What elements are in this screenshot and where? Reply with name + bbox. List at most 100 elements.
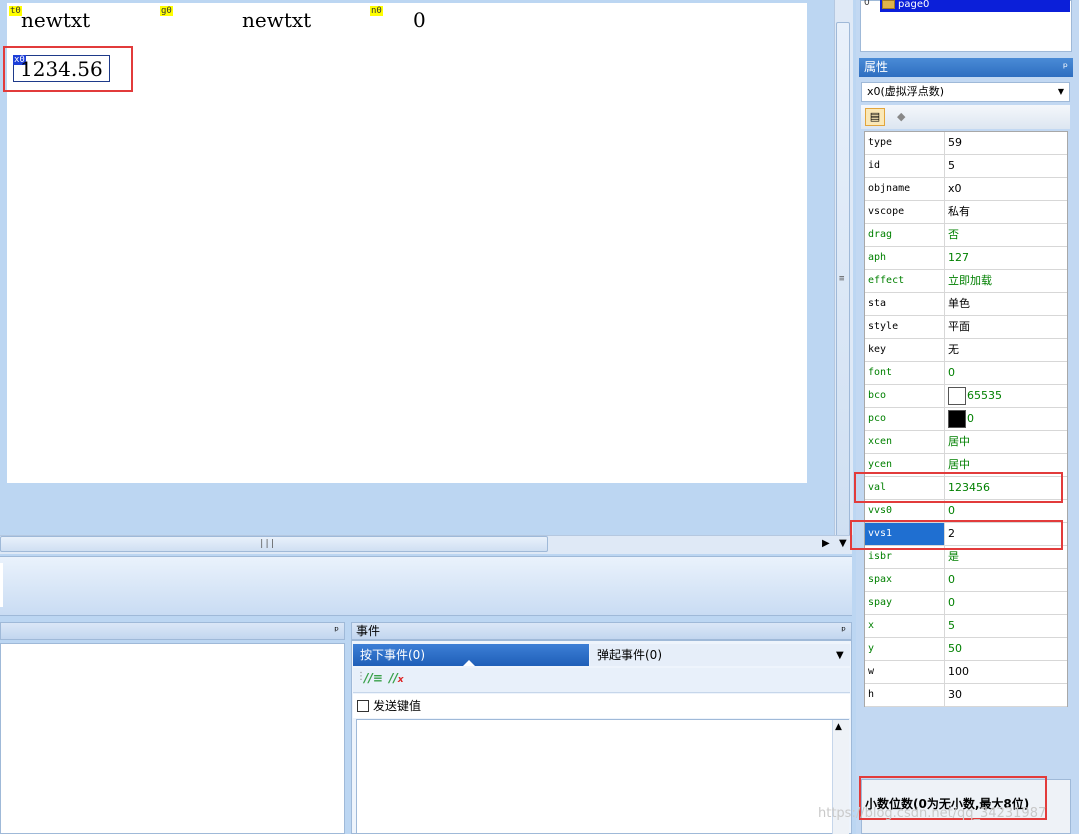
properties-panel-title: 属性: [864, 60, 889, 74]
scroll-down-arrow-icon[interactable]: ▼: [839, 538, 847, 549]
property-name: y: [865, 638, 945, 660]
number-component-n0[interactable]: 0: [413, 8, 426, 32]
property-value[interactable]: 5: [946, 615, 1067, 637]
property-value[interactable]: 100: [946, 661, 1067, 683]
chevron-down-icon[interactable]: ▼: [1058, 83, 1064, 101]
property-row-x[interactable]: x5: [865, 615, 1067, 638]
property-row-sta[interactable]: sta 单色: [865, 293, 1067, 316]
color-swatch[interactable]: [948, 410, 966, 428]
property-value[interactable]: 0: [946, 362, 1067, 384]
property-value[interactable]: 5: [946, 155, 1067, 177]
left-panel-header: ᵖ: [0, 622, 345, 640]
property-value[interactable]: 50: [946, 638, 1067, 660]
property-value[interactable]: 59: [946, 132, 1067, 154]
property-name: pco: [865, 408, 945, 430]
property-name: x: [865, 615, 945, 637]
property-name: xcen: [865, 431, 945, 453]
component-tag-n0: n0: [370, 6, 383, 16]
events-panel-header: 事件 ᵖ: [351, 622, 852, 640]
property-value[interactable]: 无: [946, 339, 1067, 361]
scroll-grip-icon: |||: [259, 539, 276, 549]
property-row-drag[interactable]: drag 否: [865, 224, 1067, 247]
uncomment-icon[interactable]: //x: [389, 671, 404, 685]
property-row-type[interactable]: type 59: [865, 132, 1067, 155]
tree-item-page0[interactable]: page0: [880, 0, 1070, 12]
property-name: objname: [865, 178, 945, 200]
property-row-spay[interactable]: spay 0: [865, 592, 1067, 615]
property-value[interactable]: 单色: [946, 293, 1067, 315]
object-select-value: x0(虚拟浮点数): [867, 85, 945, 98]
tree-expander[interactable]: 0: [864, 0, 870, 8]
component-tag-g0: g0: [160, 6, 173, 16]
property-name: spay: [865, 592, 945, 614]
property-row-font[interactable]: font 0: [865, 362, 1067, 385]
property-value[interactable]: 30: [946, 684, 1067, 706]
property-row-effect[interactable]: effect 立即加载: [865, 270, 1067, 293]
property-name: aph: [865, 247, 945, 269]
property-row-objname[interactable]: objname x0: [865, 178, 1067, 201]
property-value[interactable]: 0: [946, 592, 1067, 614]
property-value[interactable]: 0: [946, 569, 1067, 591]
color-swatch[interactable]: [948, 387, 966, 405]
property-value[interactable]: 居中: [946, 431, 1067, 453]
send-key-checkbox[interactable]: [357, 700, 369, 712]
scroll-up-arrow-icon[interactable]: ▲: [835, 722, 842, 732]
scroll-grip-icon: ≡: [839, 274, 845, 284]
property-row-vscope[interactable]: vscope 私有: [865, 201, 1067, 224]
highlight-box-x0: [3, 46, 133, 92]
property-value[interactable]: 127: [946, 247, 1067, 269]
property-name: sta: [865, 293, 945, 315]
property-row-style[interactable]: style 平面: [865, 316, 1067, 339]
property-value[interactable]: x0: [946, 178, 1067, 200]
pin-icon[interactable]: ᵖ: [841, 623, 846, 639]
property-row-xcen[interactable]: xcen 居中: [865, 431, 1067, 454]
property-value[interactable]: 私有: [946, 201, 1067, 223]
property-row-spax[interactable]: spax 0: [865, 569, 1067, 592]
property-row-y[interactable]: y 50: [865, 638, 1067, 661]
pin-icon[interactable]: ᵖ: [1063, 58, 1068, 77]
property-row-id[interactable]: id 5: [865, 155, 1067, 178]
property-row-h[interactable]: h 30: [865, 684, 1067, 707]
object-select[interactable]: x0(虚拟浮点数) ▼: [861, 82, 1070, 102]
watermark: https://blog.csdn.net/qq_34231987: [818, 806, 1047, 821]
property-value[interactable]: 立即加载: [946, 270, 1067, 292]
property-value[interactable]: 0: [946, 500, 1067, 522]
event-toolbar: [353, 668, 850, 693]
folder-icon: [882, 0, 895, 9]
property-row-bco[interactable]: bco 65535: [865, 385, 1067, 408]
pin-icon[interactable]: ᵖ: [334, 623, 339, 639]
property-name: vvs0: [865, 500, 945, 522]
text-component-g0[interactable]: newtxt: [242, 8, 311, 32]
comment-icon[interactable]: //≡: [364, 671, 383, 685]
tab-release-event[interactable]: 弹起事件(0): [590, 644, 850, 666]
categorized-view-icon[interactable]: ▤: [865, 108, 885, 126]
property-name: effect: [865, 270, 945, 292]
send-key-label: 发送键值: [373, 699, 422, 713]
properties-panel-header: 属性 ᵖ: [859, 58, 1073, 77]
property-name: h: [865, 684, 945, 706]
property-name: spax: [865, 569, 945, 591]
color-value: 65535: [967, 389, 1002, 402]
toolbar-strip: [0, 556, 852, 616]
property-name: id: [865, 155, 945, 177]
property-value[interactable]: 否: [946, 224, 1067, 246]
property-value[interactable]: 0: [946, 408, 1067, 430]
property-row-pco[interactable]: pco 0: [865, 408, 1067, 431]
send-key-row: [353, 694, 850, 718]
property-row-key[interactable]: key 无: [865, 339, 1067, 362]
properties-toolbar: [861, 105, 1070, 129]
property-name: drag: [865, 224, 945, 246]
property-value[interactable]: 平面: [946, 316, 1067, 338]
event-code-editor[interactable]: [356, 719, 849, 834]
scroll-right-arrow-icon[interactable]: ▶: [822, 538, 830, 549]
property-row-w[interactable]: w 100: [865, 661, 1067, 684]
tree-item-label: page0: [898, 0, 930, 10]
color-value: 0: [967, 412, 974, 425]
tab-active-indicator-icon: [463, 660, 475, 666]
property-row-aph[interactable]: aph 127: [865, 247, 1067, 270]
text-component-t0[interactable]: newtxt: [21, 8, 90, 32]
chevron-down-icon[interactable]: ▼: [836, 650, 844, 661]
alphabetical-view-icon[interactable]: ◆: [897, 110, 905, 123]
property-value[interactable]: 65535: [946, 385, 1067, 407]
property-name: bco: [865, 385, 945, 407]
